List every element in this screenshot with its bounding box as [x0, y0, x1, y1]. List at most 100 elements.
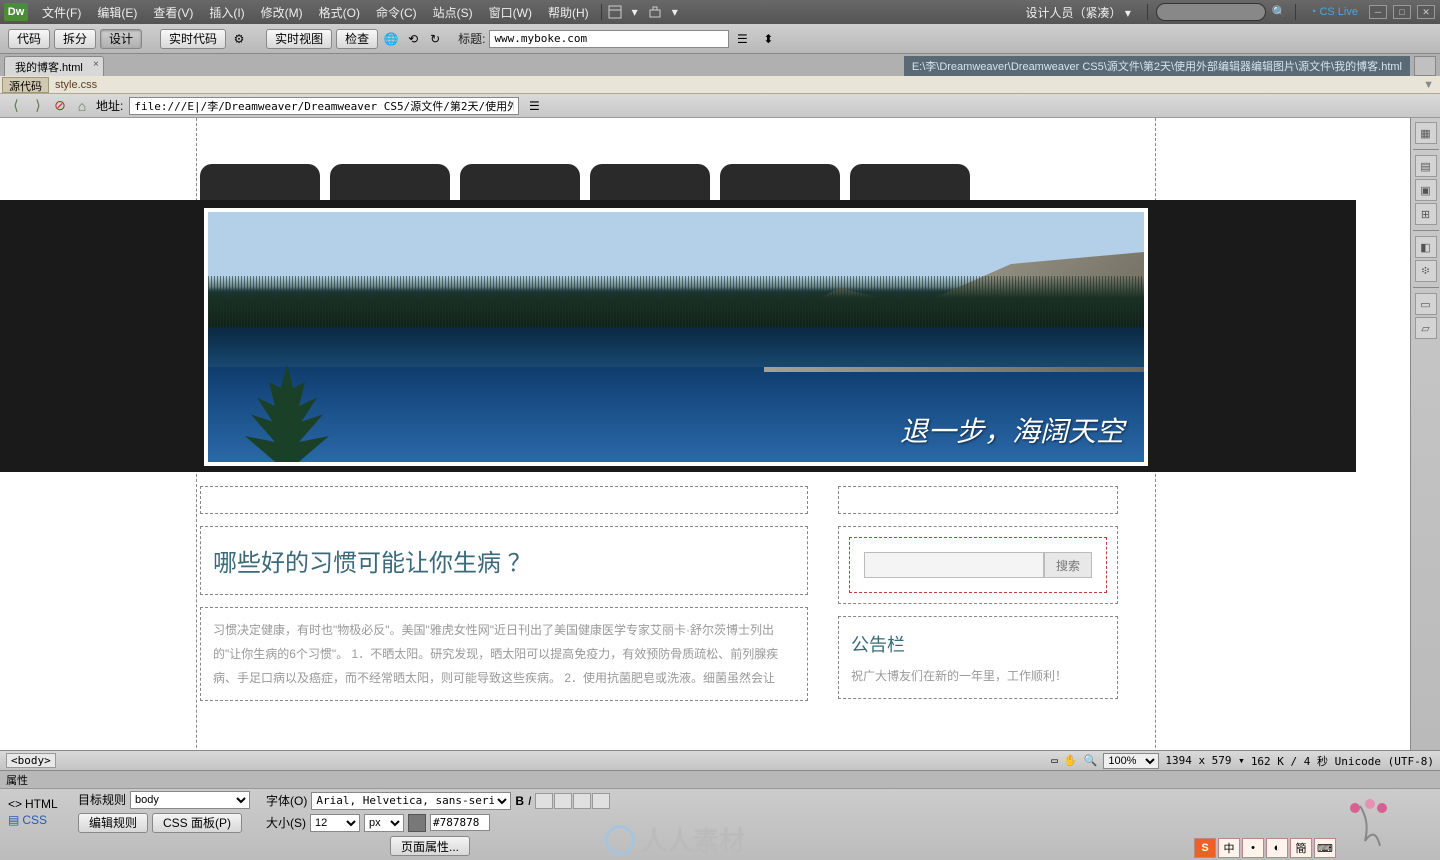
inspect-button[interactable]: 检查	[336, 29, 378, 49]
document-title-input[interactable]	[489, 30, 729, 48]
ime-trad-button[interactable]: 簡	[1290, 838, 1312, 858]
liveview-button[interactable]: 实时视图	[266, 29, 332, 49]
blog-search-button[interactable]: 搜索	[1044, 552, 1092, 578]
minimize-button[interactable]: ─	[1369, 5, 1387, 19]
code-view-button[interactable]: 代码	[8, 29, 50, 49]
hero-image[interactable]: 退一步，海阔天空	[204, 208, 1148, 466]
tag-selector[interactable]: <body>	[6, 753, 56, 768]
livecode-options-icon[interactable]: ⚙	[230, 30, 248, 48]
align-left-button[interactable]	[535, 793, 553, 809]
forward-icon[interactable]: ⟩	[30, 98, 46, 114]
menu-view[interactable]: 查看(V)	[145, 4, 201, 21]
menu-site[interactable]: 站点(S)	[425, 4, 481, 21]
back-icon[interactable]: ⟨	[8, 98, 24, 114]
related-css-file[interactable]: style.css	[49, 79, 103, 91]
ime-width-button[interactable]: ◐	[1266, 838, 1288, 858]
target-rule-select[interactable]: body	[130, 791, 250, 809]
menu-help[interactable]: 帮助(H)	[540, 4, 597, 21]
address-options-icon[interactable]: ☰	[525, 97, 543, 115]
maximize-button[interactable]: □	[1393, 5, 1411, 19]
css-mode-icon[interactable]: ▤	[8, 813, 19, 827]
refresh-design-icon[interactable]: ↻	[426, 30, 444, 48]
workspace-switcher[interactable]: 设计人员（紧凑） ▾	[1017, 4, 1138, 21]
home-icon[interactable]: ⌂	[74, 98, 90, 114]
menu-modify[interactable]: 修改(M)	[253, 4, 311, 21]
html-mode-icon[interactable]: <>	[8, 797, 22, 811]
menu-format[interactable]: 格式(O)	[311, 4, 368, 21]
insert-panel-icon[interactable]: ▦	[1415, 122, 1437, 144]
size-label: 大小(S)	[266, 814, 306, 831]
align-justify-button[interactable]	[592, 793, 610, 809]
page-nav	[0, 164, 1356, 200]
document-tab[interactable]: 我的博客.html×	[4, 56, 104, 76]
files-panel-icon[interactable]: ▭	[1415, 293, 1437, 315]
color-input[interactable]	[430, 814, 490, 831]
bc-panel-icon[interactable]: ◧	[1415, 236, 1437, 258]
databases-panel-icon[interactable]: ፨	[1415, 260, 1437, 282]
title-options-icon[interactable]: ☰	[733, 30, 751, 48]
assets-panel-icon[interactable]: ▱	[1415, 317, 1437, 339]
ap-elements-panel-icon[interactable]: ▣	[1415, 179, 1437, 201]
align-center-button[interactable]	[554, 793, 572, 809]
panel-dock: ▦ ▤ ▣ ⊞ ◧ ፨ ▭ ▱	[1410, 118, 1440, 750]
title-label: 标题:	[458, 30, 485, 47]
css-mode-button[interactable]: CSS	[22, 813, 47, 827]
search-input[interactable]	[1156, 3, 1266, 21]
stop-icon[interactable]: ⊘	[52, 98, 68, 114]
select-tool-icon[interactable]: ▭	[1051, 754, 1058, 767]
extension-dropdown[interactable]: ▾	[664, 5, 686, 19]
source-code-button[interactable]: 源代码	[2, 77, 49, 93]
tag-inspector-panel-icon[interactable]: ⊞	[1415, 203, 1437, 225]
notice-heading: 公告栏	[839, 617, 1117, 663]
css-styles-panel-icon[interactable]: ▤	[1415, 155, 1437, 177]
align-right-button[interactable]	[573, 793, 591, 809]
html-mode-button[interactable]: HTML	[25, 797, 58, 811]
design-canvas[interactable]: 退一步，海阔天空 哪些好的习惯可能让你生病 ？ 习惯决定健康，有时也"物极必反"…	[0, 118, 1410, 750]
close-button[interactable]: ✕	[1417, 5, 1435, 19]
notice-text: 祝广大博友们在新的一年里，工作顺利！	[839, 663, 1117, 698]
menu-commands[interactable]: 命令(C)	[368, 4, 425, 21]
menu-edit[interactable]: 编辑(E)	[89, 4, 145, 21]
bold-button[interactable]: B	[515, 794, 524, 808]
extension-icon[interactable]	[646, 3, 664, 21]
italic-button[interactable]: I	[528, 794, 531, 808]
edit-rule-button[interactable]: 编辑规则	[78, 813, 148, 833]
cslive-button[interactable]: ◔ CS Live	[1310, 6, 1358, 18]
page-properties-button[interactable]: 页面属性...	[390, 836, 470, 856]
search-icon[interactable]: 🔍	[1272, 5, 1287, 19]
css-panel-button[interactable]: CSS 面板(P)	[152, 813, 242, 833]
expand-panel-icon[interactable]	[1414, 56, 1436, 76]
blog-search-input[interactable]	[864, 552, 1044, 578]
address-label: 地址:	[96, 97, 123, 114]
unit-select[interactable]: px	[364, 814, 404, 832]
file-mgmt-icon[interactable]: ⬍	[759, 30, 777, 48]
design-view-button[interactable]: 设计	[100, 29, 142, 49]
menu-insert[interactable]: 插入(I)	[201, 4, 252, 21]
ime-bar: S 中 • ◐ 簡 ⌨	[1194, 836, 1336, 860]
split-view-button[interactable]: 拆分	[54, 29, 96, 49]
refresh-nav-icon[interactable]: ⟲	[404, 30, 422, 48]
cursor-decoration	[1340, 796, 1400, 856]
close-tab-icon[interactable]: ×	[93, 59, 99, 70]
properties-tab[interactable]: 属性	[0, 771, 1440, 789]
ime-logo-icon[interactable]: S	[1194, 838, 1216, 858]
file-path: E:\李\Dreamweaver\Dreamweaver CS5\源文件\第2天…	[904, 56, 1410, 76]
address-bar: ⟨ ⟩ ⊘ ⌂ 地址: ☰	[0, 94, 1440, 118]
menu-file[interactable]: 文件(F)	[34, 4, 89, 21]
ime-keyboard-icon[interactable]: ⌨	[1314, 838, 1336, 858]
color-swatch[interactable]	[408, 814, 426, 832]
layout-icon[interactable]	[606, 3, 624, 21]
ime-punct-button[interactable]: •	[1242, 838, 1264, 858]
hand-tool-icon[interactable]: ✋	[1064, 754, 1078, 767]
zoom-select[interactable]: 100%	[1103, 753, 1159, 769]
browser-preview-icon[interactable]: 🌐	[382, 30, 400, 48]
menu-window[interactable]: 窗口(W)	[481, 4, 540, 21]
layout-dropdown[interactable]: ▾	[624, 5, 646, 19]
font-select[interactable]: Arial, Helvetica, sans-serif	[311, 792, 511, 810]
address-input[interactable]	[129, 97, 519, 115]
size-select[interactable]: 12	[310, 814, 360, 832]
zoom-tool-icon[interactable]: 🔍	[1084, 754, 1098, 767]
livecode-button[interactable]: 实时代码	[160, 29, 226, 49]
filter-icon[interactable]: ▼	[1423, 79, 1434, 91]
ime-lang-button[interactable]: 中	[1218, 838, 1240, 858]
